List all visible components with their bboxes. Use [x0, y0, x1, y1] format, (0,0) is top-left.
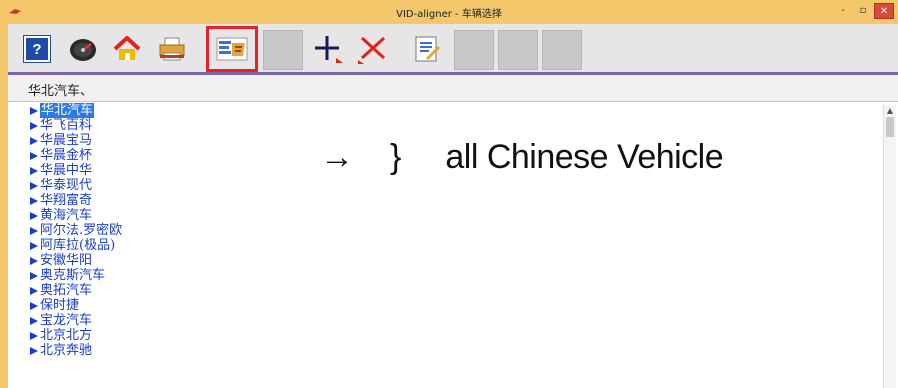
list-item[interactable]: 保时捷 — [30, 298, 890, 313]
blank-button-2[interactable] — [454, 30, 494, 70]
triangle-right-icon — [30, 256, 38, 265]
help-icon: ? — [23, 35, 51, 63]
triangle-right-icon — [30, 241, 38, 250]
vehicle-select-button[interactable] — [206, 26, 258, 72]
delete-icon — [358, 36, 386, 64]
triangle-right-icon — [30, 166, 38, 175]
arrow-right-icon: → — [320, 138, 354, 176]
list-item[interactable]: 黄海汽车 — [30, 208, 890, 223]
triangle-right-icon — [30, 136, 38, 145]
brace-icon: } — [390, 138, 402, 176]
plus-icon — [315, 36, 343, 63]
title-bar: VID-aligner - 车辆选择 - ▫ ✕ — [0, 0, 898, 24]
list-item[interactable]: 奥拓汽车 — [30, 283, 890, 298]
app-window: VID-aligner - 车辆选择 - ▫ ✕ ? 华北汽车、 华北汽车 华飞… — [0, 0, 898, 388]
list-item-label: 华晨金杯 — [40, 148, 93, 163]
toolbar: ? — [8, 24, 898, 75]
blank-button-4[interactable] — [542, 30, 582, 70]
list-item-label: 华飞百科 — [40, 118, 93, 133]
document-edit-icon — [415, 36, 440, 62]
annotation-text: all Chinese Vehicle — [445, 138, 724, 176]
list-item-label: 北京奔驰 — [40, 343, 93, 358]
list-item[interactable]: 华北汽车 — [30, 103, 890, 118]
delete-button[interactable] — [354, 30, 392, 68]
list-item-label: 安徽华阳 — [40, 253, 93, 268]
speedometer-icon — [70, 39, 96, 61]
blank-button-1[interactable] — [263, 30, 303, 70]
list-item-label: 宝龙汽车 — [40, 313, 93, 328]
triangle-right-icon — [30, 106, 38, 115]
edit-button[interactable] — [408, 30, 446, 68]
list-item[interactable]: 华翔富奇 — [30, 193, 890, 208]
printer-icon — [159, 37, 185, 61]
list-item[interactable]: 宝龙汽车 — [30, 313, 890, 328]
triangle-right-icon — [30, 196, 38, 205]
list-item-label: 阿库拉(极品) — [40, 238, 116, 253]
list-item[interactable]: 安徽华阳 — [30, 253, 890, 268]
triangle-right-icon — [30, 151, 38, 160]
vehicle-select-icon — [216, 37, 248, 61]
list-item-label: 北京北方 — [40, 328, 93, 343]
list-item-label: 华晨中华 — [40, 163, 93, 178]
list-item[interactable]: 北京北方 — [30, 328, 890, 343]
list-item-label: 华泰现代 — [40, 178, 93, 193]
list-item-label: 黄海汽车 — [40, 208, 93, 223]
triangle-right-icon — [30, 271, 38, 280]
list-item-label: 华北汽车 — [40, 103, 95, 118]
minimize-button[interactable]: - — [834, 3, 852, 17]
triangle-right-icon — [30, 346, 38, 355]
triangle-right-icon — [30, 331, 38, 340]
list-item[interactable]: 华飞百科 — [30, 118, 890, 133]
home-icon — [113, 36, 141, 60]
window-controls: - ▫ ✕ — [834, 3, 894, 19]
add-button[interactable] — [308, 30, 346, 68]
breadcrumb-text: 华北汽车、 — [28, 84, 94, 99]
list-item[interactable]: 阿库拉(极品) — [30, 238, 890, 253]
triangle-right-icon — [30, 286, 38, 295]
speedometer-button[interactable] — [64, 30, 102, 68]
list-item-label: 华翔富奇 — [40, 193, 93, 208]
list-item-label: 奥拓汽车 — [40, 283, 93, 298]
list-item[interactable]: 奥克斯汽车 — [30, 268, 890, 283]
list-item[interactable]: 阿尔法.罗密欧 — [30, 223, 890, 238]
vehicle-list-panel: 华北汽车、 华北汽车 华飞百科 华晨宝马 华晨金杯 华晨中华 华泰现代 华翔富奇… — [8, 75, 898, 388]
triangle-right-icon — [30, 226, 38, 235]
close-button[interactable]: ✕ — [874, 3, 894, 19]
list-item[interactable]: 华泰现代 — [30, 178, 890, 193]
print-button[interactable] — [153, 30, 191, 68]
maximize-button[interactable]: ▫ — [854, 3, 872, 17]
home-button[interactable] — [108, 30, 146, 68]
vertical-scrollbar[interactable]: ▲ — [883, 105, 896, 388]
breadcrumb: 华北汽车、 — [8, 75, 898, 102]
triangle-right-icon — [30, 181, 38, 190]
blank-button-3[interactable] — [498, 30, 538, 70]
help-button[interactable]: ? — [18, 30, 56, 68]
list-item-label: 保时捷 — [40, 298, 80, 313]
scroll-thumb[interactable] — [886, 117, 894, 137]
annotation: → } all Chinese Vehicle — [320, 137, 724, 177]
triangle-right-icon — [30, 301, 38, 310]
list-item-label: 奥克斯汽车 — [40, 268, 106, 283]
window-title: VID-aligner - 车辆选择 — [396, 9, 502, 20]
list-item[interactable]: 北京奔驰 — [30, 343, 890, 358]
list-item-label: 阿尔法.罗密欧 — [40, 223, 123, 238]
triangle-right-icon — [30, 121, 38, 130]
triangle-right-icon — [30, 211, 38, 220]
list-item-label: 华晨宝马 — [40, 133, 93, 148]
scroll-up-icon[interactable]: ▲ — [884, 105, 896, 117]
triangle-right-icon — [30, 316, 38, 325]
